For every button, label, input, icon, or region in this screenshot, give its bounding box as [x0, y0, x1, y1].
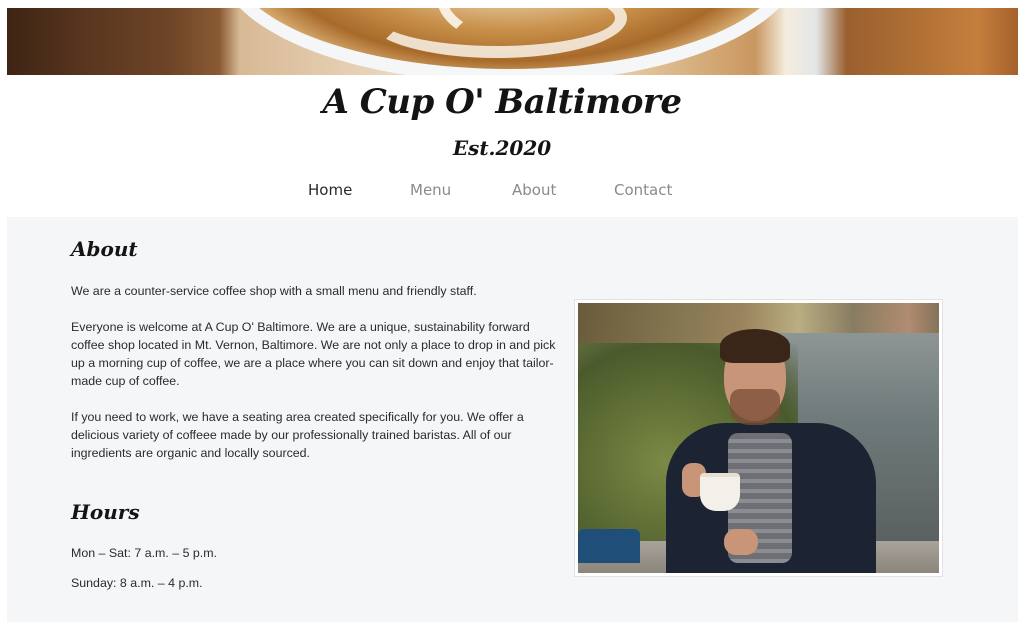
- hours-weekday: Mon – Sat: 7 a.m. – 5 p.m.: [71, 546, 218, 560]
- photo-person-hand-2: [724, 529, 758, 555]
- main-navigation: Home Menu About Contact: [0, 181, 1004, 205]
- page: A Cup O' Baltimore Est.2020 Home Menu Ab…: [0, 0, 1018, 626]
- nav-contact-link[interactable]: Contact: [614, 181, 672, 199]
- site-title: A Cup O' Baltimore: [322, 82, 682, 122]
- customer-photo: [575, 300, 942, 576]
- about-heading: About: [71, 237, 138, 261]
- coffee-banner-image: [7, 8, 1018, 75]
- about-paragraph-2: Everyone is welcome at A Cup O' Baltimor…: [71, 320, 556, 388]
- hours-sunday: Sunday: 8 a.m. – 4 p.m.: [71, 576, 203, 590]
- about-paragraph-1: We are a counter-service coffee shop wit…: [71, 284, 477, 298]
- nav-about-link[interactable]: About: [512, 181, 556, 199]
- photo-blue-bag: [578, 529, 640, 563]
- nav-menu-link[interactable]: Menu: [410, 181, 451, 199]
- about-section: About We are a counter-service coffee sh…: [7, 217, 1018, 622]
- site-established: Est.2020: [452, 136, 552, 160]
- photo-person-beard: [730, 389, 780, 425]
- nav-home-link[interactable]: Home: [308, 181, 352, 199]
- photo-coffee-mug: [700, 473, 740, 511]
- photo-person-hair: [720, 329, 790, 363]
- about-paragraph-3: If you need to work, we have a seating a…: [71, 410, 524, 460]
- hours-heading: Hours: [71, 500, 140, 524]
